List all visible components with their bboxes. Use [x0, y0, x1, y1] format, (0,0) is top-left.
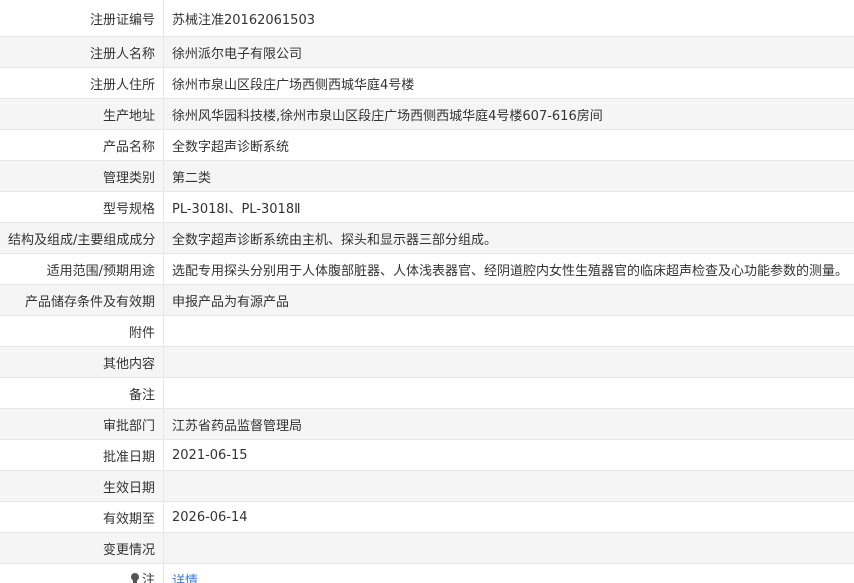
details-link[interactable]: 详情 — [172, 574, 198, 583]
note-value-cell: 详情 — [163, 563, 854, 583]
detail-row: 注册人住所 徐州市泉山区段庄广场西侧西城华庭4号楼 — [0, 67, 854, 99]
detail-row-value: 第二类 — [163, 160, 854, 192]
detail-row: 型号规格 PL-3018Ⅰ、PL-3018Ⅱ — [0, 191, 854, 223]
detail-row-value: 江苏省药品监督管理局 — [163, 408, 854, 440]
detail-row-label: 审批部门 — [0, 408, 164, 440]
note-label-cell: 注 — [0, 563, 164, 583]
detail-row: 附件 — [0, 315, 854, 347]
detail-row-label: 管理类别 — [0, 160, 164, 192]
detail-row-value — [163, 315, 854, 347]
registration-detail-table: 注册证编号 苏械注准20162061503 注册人名称 徐州派尔电子有限公司 注册人住所… — [0, 0, 854, 583]
detail-row-label: 变更情况 — [0, 532, 164, 564]
detail-row-label: 附件 — [0, 315, 164, 347]
detail-row-value — [163, 346, 854, 378]
detail-row-value — [163, 377, 854, 409]
detail-row: 注册人名称 徐州派尔电子有限公司 — [0, 36, 854, 68]
detail-row: 批准日期 2021-06-15 — [0, 439, 854, 471]
note-label: 注 — [130, 569, 155, 583]
detail-row: 结构及组成/主要组成成分 全数字超声诊断系统由主机、探头和显示器三部分组成。 — [0, 222, 854, 254]
detail-row-label: 生产地址 — [0, 98, 164, 130]
detail-row: 有效期至 2026-06-14 — [0, 501, 854, 533]
detail-row-label: 注册人名称 — [0, 36, 164, 68]
detail-row: 变更情况 — [0, 532, 854, 564]
detail-row-value: 申报产品为有源产品 — [163, 284, 854, 316]
detail-row-value — [163, 532, 854, 564]
detail-row-value: 徐州市泉山区段庄广场西侧西城华庭4号楼 — [163, 67, 854, 99]
detail-row-value: 选配专用探头分别用于人体腹部脏器、人体浅表器官、经阴道腔内女性生殖器官的临床超声… — [163, 253, 854, 285]
detail-row-label: 批准日期 — [0, 439, 164, 471]
detail-table-body: 注册证编号 苏械注准20162061503 注册人名称 徐州派尔电子有限公司 注册人住所… — [0, 0, 854, 583]
detail-row-value: 苏械注准20162061503 — [163, 0, 854, 37]
detail-row: 注册证编号 苏械注准20162061503 — [0, 0, 854, 37]
detail-row-label: 生效日期 — [0, 470, 164, 502]
detail-row-value — [163, 470, 854, 502]
detail-row: 生产地址 徐州风华园科技楼,徐州市泉山区段庄广场西侧西城华庭4号楼607-616房… — [0, 98, 854, 130]
detail-row-value: 全数字超声诊断系统 — [163, 129, 854, 161]
detail-row: 产品名称 全数字超声诊断系统 — [0, 129, 854, 161]
detail-row-label: 有效期至 — [0, 501, 164, 533]
detail-row: 管理类别 第二类 — [0, 160, 854, 192]
detail-row-label: 适用范围/预期用途 — [0, 253, 164, 285]
detail-row-value: 2021-06-15 — [163, 439, 854, 471]
detail-row-value: 2026-06-14 — [163, 501, 854, 533]
lightbulb-icon — [130, 572, 140, 583]
detail-row-label: 备注 — [0, 377, 164, 409]
detail-row-value: 徐州风华园科技楼,徐州市泉山区段庄广场西侧西城华庭4号楼607-616房间 — [163, 98, 854, 130]
detail-row-label: 产品名称 — [0, 129, 164, 161]
detail-row-label: 结构及组成/主要组成成分 — [0, 222, 164, 254]
detail-row-label: 型号规格 — [0, 191, 164, 223]
detail-row: 适用范围/预期用途 选配专用探头分别用于人体腹部脏器、人体浅表器官、经阴道腔内女性… — [0, 253, 854, 285]
detail-row: 审批部门 江苏省药品监督管理局 — [0, 408, 854, 440]
detail-row: 其他内容 — [0, 346, 854, 378]
note-row: 注 详情 — [0, 563, 854, 583]
detail-row: 生效日期 — [0, 470, 854, 502]
detail-row-label: 其他内容 — [0, 346, 164, 378]
note-label-text: 注 — [141, 573, 155, 583]
detail-row-value: 徐州派尔电子有限公司 — [163, 36, 854, 68]
detail-row-label: 注册证编号 — [0, 0, 164, 37]
detail-row-label: 注册人住所 — [0, 67, 164, 99]
detail-row: 备注 — [0, 377, 854, 409]
detail-row: 产品储存条件及有效期 申报产品为有源产品 — [0, 284, 854, 316]
detail-row-value: 全数字超声诊断系统由主机、探头和显示器三部分组成。 — [163, 222, 854, 254]
detail-row-label: 产品储存条件及有效期 — [0, 284, 164, 316]
detail-row-value: PL-3018Ⅰ、PL-3018Ⅱ — [163, 191, 854, 223]
